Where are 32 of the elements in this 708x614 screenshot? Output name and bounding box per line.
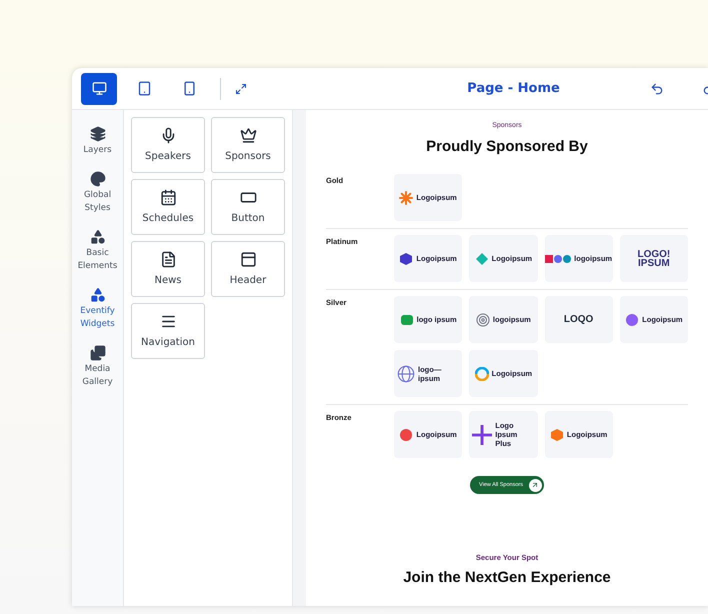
rail-item[interactable]: Basic Elements bbox=[74, 229, 122, 273]
elements-icon bbox=[90, 229, 106, 245]
widget-tile[interactable]: News bbox=[131, 241, 205, 297]
widgets-icon bbox=[90, 287, 106, 303]
widget-tile[interactable]: Sponsors bbox=[211, 117, 285, 173]
styles-icon bbox=[90, 171, 106, 187]
section-title: Join the NextGen Experience bbox=[402, 568, 612, 588]
crown-icon bbox=[240, 126, 256, 144]
section-title: Proudly Sponsored By bbox=[425, 136, 589, 156]
page-title: Page - Home bbox=[467, 80, 560, 98]
device-button[interactable] bbox=[81, 72, 117, 104]
widget-tile[interactable]: Header bbox=[211, 241, 285, 297]
rail-item[interactable]: Layers bbox=[74, 126, 122, 157]
widget-tile[interactable]: Navigation bbox=[131, 303, 205, 359]
sponsor-logo: LOQO bbox=[562, 315, 594, 324]
phone-icon bbox=[182, 81, 196, 96]
widget-tile[interactable]: Speakers bbox=[131, 117, 205, 173]
rail-item[interactable]: Global Styles bbox=[74, 171, 122, 215]
widget-tile[interactable]: Button bbox=[211, 179, 285, 235]
rail-item[interactable]: Eventify Widgets bbox=[74, 287, 122, 331]
window-icon bbox=[240, 250, 256, 268]
widget-tile[interactable]: Schedules bbox=[131, 179, 205, 235]
tablet-icon bbox=[136, 81, 152, 96]
desktop-icon bbox=[92, 81, 106, 96]
rail-item[interactable]: Media Gallery bbox=[74, 345, 122, 389]
calendar-icon bbox=[160, 188, 176, 206]
layers-icon bbox=[90, 126, 106, 142]
document-icon bbox=[160, 250, 176, 268]
sponsor-logo: LOGO! IPSUM bbox=[636, 250, 672, 268]
undo-icon[interactable] bbox=[650, 82, 664, 96]
expand-icon[interactable] bbox=[235, 82, 247, 94]
media-icon bbox=[90, 345, 106, 361]
